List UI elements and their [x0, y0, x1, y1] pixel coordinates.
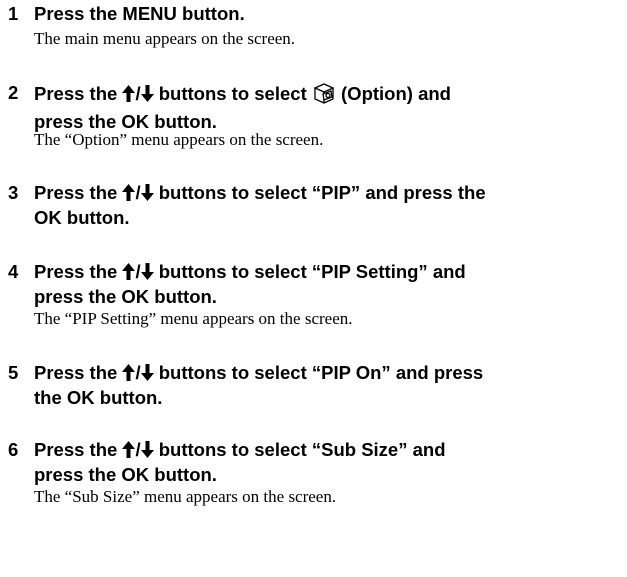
instruction-text: buttons to select “Sub Size” and [158, 439, 446, 460]
instruction-text: Press the [34, 261, 118, 282]
up-arrow-icon [122, 440, 136, 463]
step-number: 6 [8, 439, 19, 460]
step-instruction: Press the / buttons to select “Sub Size”… [34, 438, 624, 486]
instruction-line: OK button. [34, 207, 130, 228]
instruction-text: Press the [34, 362, 118, 383]
instruction-text: Press the [34, 182, 118, 203]
instruction-text: buttons to select “PIP Setting” and [158, 261, 466, 282]
instruction-line: the OK button. [34, 387, 163, 408]
instruction-line: Press the / buttons to select “Sub Size”… [34, 438, 624, 463]
up-arrow-icon [122, 84, 136, 107]
step-number: 4 [8, 261, 19, 282]
step-result: The “PIP Setting” menu appears on the sc… [34, 309, 353, 328]
instruction-text: Press the [34, 439, 118, 460]
instruction-line: Press the / buttons to select “PIP” and … [34, 181, 624, 206]
instruction-text: (Option) and [341, 83, 451, 104]
step-result: The main menu appears on the screen. [34, 29, 296, 48]
step-result: The “Option” menu appears on the screen. [34, 130, 324, 149]
step-number: 2 [8, 82, 19, 103]
down-arrow-icon [140, 84, 154, 107]
up-arrow-icon [122, 183, 136, 206]
step-number: 1 [8, 3, 19, 24]
down-arrow-icon [140, 363, 154, 386]
instruction-line: press the OK button. [34, 464, 217, 485]
step-number: 3 [8, 182, 19, 203]
instruction-text: buttons to select [158, 83, 307, 104]
up-arrow-icon [122, 262, 136, 285]
down-arrow-icon [140, 183, 154, 206]
up-arrow-icon [122, 363, 136, 386]
option-icon [312, 81, 336, 110]
step-instruction: Press the MENU button. [34, 2, 624, 25]
instruction-line: Press the / buttons to select “PIP On” a… [34, 361, 624, 386]
instruction-line: Press the / buttons to select “PIP Setti… [34, 260, 624, 285]
step-number: 5 [8, 362, 19, 383]
instruction-line: press the OK button. [34, 286, 217, 307]
step-instruction: Press the / buttons to select (Option) a… [34, 81, 624, 133]
down-arrow-icon [140, 440, 154, 463]
instruction-line: Press the MENU button. [34, 3, 245, 24]
step-instruction: Press the / buttons to select “PIP On” a… [34, 361, 624, 409]
down-arrow-icon [140, 262, 154, 285]
instruction-text: buttons to select “PIP On” and press [158, 362, 484, 383]
step-instruction: Press the / buttons to select “PIP” and … [34, 181, 624, 229]
instruction-line: Press the / buttons to select (Option) a… [34, 81, 624, 110]
step-instruction: Press the / buttons to select “PIP Setti… [34, 260, 624, 308]
instruction-text: buttons to select “PIP” and press the [158, 182, 486, 203]
instruction-text: Press the [34, 83, 118, 104]
step-result: The “Sub Size” menu appears on the scree… [34, 487, 337, 506]
